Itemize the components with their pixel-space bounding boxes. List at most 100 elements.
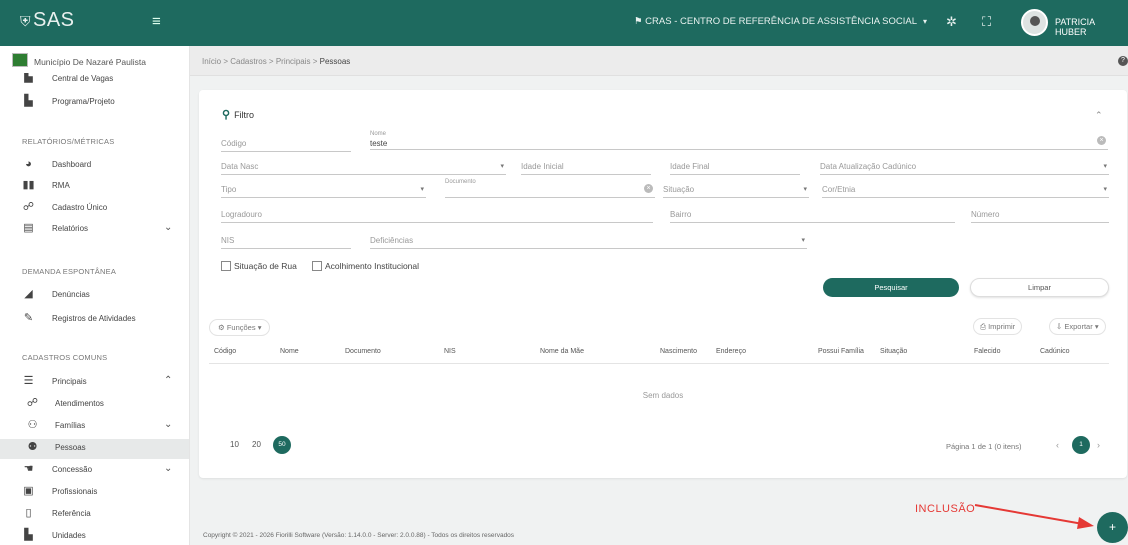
- page-size-option[interactable]: 20: [252, 440, 261, 449]
- chevron-right-icon[interactable]: ›: [1097, 440, 1100, 450]
- data-nasc-field[interactable]: Data Nasc ▾: [221, 155, 506, 175]
- sidebar-item-rma[interactable]: ▮▮ RMA: [0, 177, 189, 197]
- export-label: Exportar: [1064, 322, 1093, 331]
- page-size-option[interactable]: 10: [230, 440, 239, 449]
- chevron-up-icon[interactable]: ⌃: [1095, 110, 1103, 121]
- settings-icon[interactable]: ✲: [946, 14, 957, 30]
- numero-field[interactable]: Número: [971, 203, 1109, 223]
- situacao-select[interactable]: Situação ▾: [663, 178, 809, 198]
- column-header[interactable]: NIS: [444, 348, 456, 355]
- sidebar-item-cadastro-unico[interactable]: ☍ Cadastro Único: [0, 199, 189, 219]
- codigo-field[interactable]: Código: [221, 132, 351, 152]
- sidebar-item-label: Atendimentos: [55, 399, 104, 408]
- clear-icon[interactable]: ×: [644, 184, 653, 193]
- logradouro-field[interactable]: Logradouro: [221, 203, 653, 223]
- filter-title-text: Filtro: [234, 110, 255, 120]
- pagination-info: Página 1 de 1 (0 itens): [946, 442, 1022, 451]
- column-header[interactable]: Nome da Mãe: [540, 348, 584, 355]
- deficiencias-select[interactable]: Deficiências ▾: [370, 229, 807, 249]
- building-icon: ▙: [24, 73, 33, 83]
- sidebar-item-denuncias[interactable]: ◢ Denúncias: [0, 286, 189, 306]
- help-icon[interactable]: ?: [1118, 56, 1128, 66]
- idade-inicial-field[interactable]: Idade Inicial: [521, 155, 651, 175]
- chevron-down-icon: ▾: [1103, 186, 1107, 193]
- cor-etnia-select[interactable]: Cor/Etnia ▾: [822, 178, 1109, 198]
- field-placeholder: Tipo: [221, 185, 237, 194]
- column-header[interactable]: Situação: [880, 348, 907, 355]
- print-label: Imprimir: [988, 322, 1016, 331]
- page-size-option-selected[interactable]: 50: [273, 436, 291, 454]
- field-placeholder: Idade Inicial: [521, 162, 564, 171]
- sidebar-item-registros-atividades[interactable]: ✎ Registros de Atividades: [0, 310, 189, 330]
- field-placeholder: NIS: [221, 236, 235, 245]
- data-atualizacao-field[interactable]: Data Atualização Cadúnico ▾: [820, 155, 1109, 175]
- sidebar-item-programa-projeto[interactable]: ▙ Programa/Projeto: [0, 93, 189, 113]
- checkbox-box[interactable]: [221, 261, 231, 271]
- sidebar-item-central-de-vagas[interactable]: ▙ Central de Vagas: [0, 73, 189, 87]
- export-button[interactable]: ⇩ Exportar ▾: [1049, 318, 1106, 335]
- breadcrumb-trail[interactable]: Início > Cadastros > Principais >: [202, 57, 320, 66]
- chevron-down-icon: ▾: [1103, 163, 1107, 170]
- menu-toggle-icon[interactable]: ≡: [152, 13, 161, 30]
- functions-button[interactable]: ⚙ Funções ▾: [209, 319, 271, 336]
- building-icon: ▙: [24, 529, 33, 541]
- column-header[interactable]: Documento: [345, 348, 381, 355]
- column-header[interactable]: Nascimento: [660, 348, 697, 355]
- sidebar-item-unidades[interactable]: ▙ Unidades: [0, 527, 189, 545]
- print-button[interactable]: ⎙ Imprimir: [973, 318, 1023, 335]
- avatar[interactable]: [1021, 9, 1048, 36]
- nome-field[interactable]: Nome teste ×: [370, 130, 1108, 150]
- sidebar-item-profissionais[interactable]: ▣ Profissionais: [0, 483, 189, 503]
- column-header[interactable]: Código: [214, 348, 236, 355]
- family-icon: ⚇: [27, 419, 38, 431]
- user-name[interactable]: PATRICIA HUBER: [1055, 17, 1128, 37]
- idade-final-field[interactable]: Idade Final: [670, 155, 800, 175]
- documento-field[interactable]: Documento ×: [445, 178, 655, 198]
- functions-icon: ⚙: [218, 323, 227, 332]
- empty-message: Sem dados: [642, 391, 684, 400]
- chevron-left-icon[interactable]: ‹: [1056, 440, 1059, 450]
- filter-title: ⚲ Filtro: [222, 108, 254, 121]
- checkbox-label: Situação de Rua: [234, 261, 297, 271]
- sidebar-item-pessoas[interactable]: ⚉ Pessoas: [0, 439, 189, 459]
- breadcrumb-current: Pessoas: [319, 57, 351, 66]
- column-header[interactable]: Falecido: [974, 348, 1000, 355]
- current-page[interactable]: 1: [1072, 436, 1090, 454]
- nis-field[interactable]: NIS: [221, 229, 351, 249]
- column-header[interactable]: Cadúnico: [1040, 348, 1070, 355]
- bairro-field[interactable]: Bairro: [670, 203, 955, 223]
- sidebar-item-relatorios[interactable]: ▤ Relatórios ⌄: [0, 220, 189, 240]
- section-title-demand: DEMANDA ESPONTÂNEA: [22, 267, 117, 276]
- app-logo[interactable]: ⛨ SAS: [20, 9, 75, 32]
- chevron-down-icon: ⌄: [164, 419, 173, 430]
- acolhimento-checkbox[interactable]: Acolhimento Institucional: [312, 261, 419, 271]
- search-button[interactable]: Pesquisar: [823, 278, 959, 297]
- sidebar-item-atendimentos[interactable]: ☍ Atendimentos: [0, 395, 189, 415]
- municipality-name: Município De Nazaré Paulista: [34, 57, 146, 67]
- printer-icon: ⎙: [980, 322, 989, 331]
- tipo-select[interactable]: Tipo ▾: [221, 178, 426, 198]
- checkbox-box[interactable]: [312, 261, 322, 271]
- sidebar-item-label: Famílias: [55, 421, 86, 430]
- breadcrumb-path[interactable]: Início > Cadastros > Principais > Pessoa…: [202, 57, 350, 66]
- unit-selector[interactable]: ⚑ CRAS - CENTRO DE REFERÊNCIA DE ASSISTÊ…: [634, 16, 927, 27]
- column-header[interactable]: Nome: [280, 348, 299, 355]
- column-header[interactable]: Possui Família: [818, 348, 864, 355]
- sidebar-item-label: Cadastro Único: [52, 203, 108, 212]
- sidebar-item-familias[interactable]: ⚇ Famílias ⌄: [0, 417, 189, 437]
- sidebar-item-principais[interactable]: ☰ Principais ⌃: [0, 373, 189, 393]
- sidebar-item-referencia[interactable]: ▯ Referência: [0, 505, 189, 525]
- sidebar-item-dashboard[interactable]: ◕ Dashboard: [0, 156, 189, 176]
- clear-icon[interactable]: ×: [1097, 136, 1106, 145]
- clear-button[interactable]: Limpar: [970, 278, 1109, 297]
- column-header[interactable]: Endereço: [716, 348, 746, 355]
- functions-label: Funções: [226, 323, 256, 332]
- situacao-rua-checkbox[interactable]: Situação de Rua: [221, 261, 297, 271]
- chevron-down-icon: ▾: [801, 237, 805, 244]
- fullscreen-icon[interactable]: ⛶: [982, 14, 991, 30]
- sidebar-item-concessao[interactable]: ☚ Concessão ⌄: [0, 461, 189, 481]
- sidebar-item-label: Pessoas: [55, 443, 86, 452]
- sidebar-item-label: Referência: [52, 509, 91, 518]
- add-button[interactable]: +: [1097, 512, 1128, 543]
- sidebar-item-label: Unidades: [52, 531, 86, 540]
